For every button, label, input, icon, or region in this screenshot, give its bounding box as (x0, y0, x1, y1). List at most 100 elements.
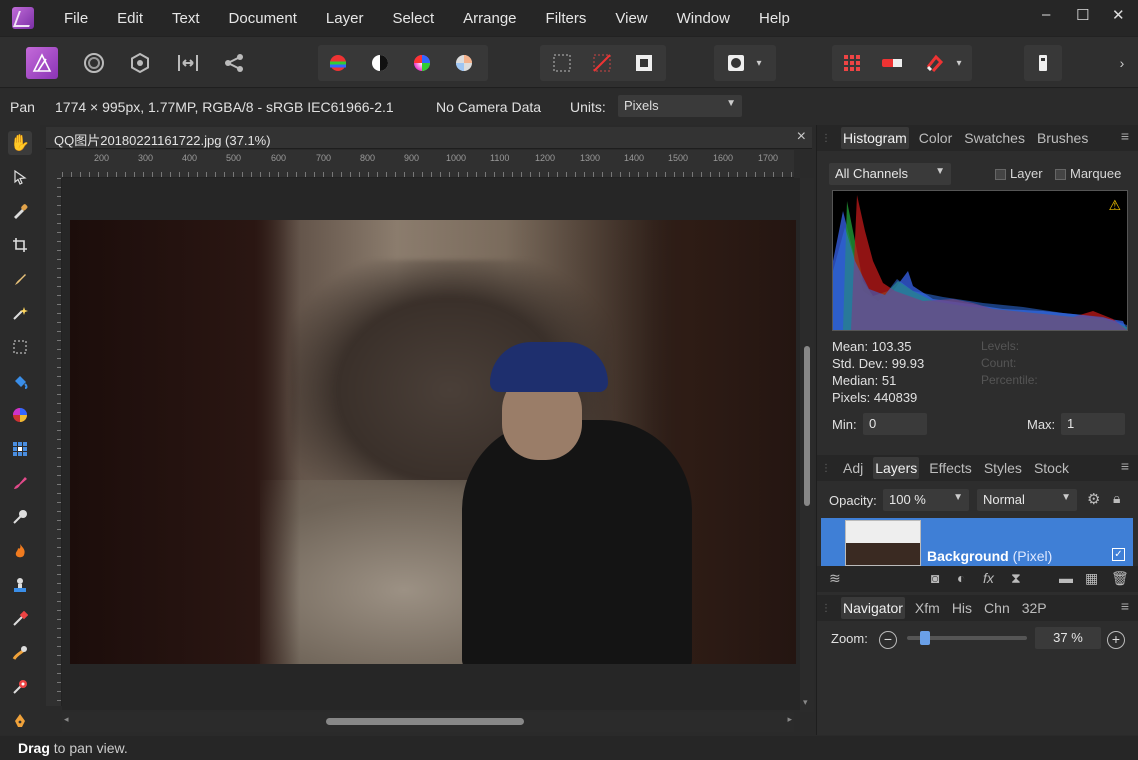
layer-stack-icon[interactable]: ≋ (829, 570, 841, 587)
persona-export-icon[interactable] (218, 47, 250, 79)
fx-icon[interactable]: fx (983, 570, 994, 586)
quickmask-dropdown-icon[interactable]: ▾ (752, 47, 766, 79)
tab-color[interactable]: Color (917, 127, 954, 149)
zoom-out-icon[interactable]: − (879, 631, 897, 649)
auto-colors-icon[interactable] (406, 47, 438, 79)
mask-layer-icon[interactable]: ◙ (931, 570, 939, 586)
tab-layers[interactable]: Layers (873, 457, 920, 479)
menu-edit[interactable]: Edit (117, 10, 143, 27)
hand-tool-icon[interactable]: ✋ (8, 131, 32, 155)
tab-navigator[interactable]: Navigator (841, 597, 905, 619)
tab-styles[interactable]: Styles (982, 457, 1024, 479)
menu-document[interactable]: Document (229, 10, 297, 27)
zoom-field[interactable]: 37 % (1035, 627, 1101, 649)
red-eye-tool-icon[interactable] (8, 675, 32, 699)
close-document-icon[interactable]: × (797, 128, 806, 146)
menu-arrange[interactable]: Arrange (463, 10, 516, 27)
gear-icon[interactable]: ⚙ (1087, 490, 1100, 508)
snapping-dropdown-icon[interactable]: ▾ (952, 47, 966, 79)
layer-option[interactable]: Layer (995, 166, 1043, 181)
layer-checkbox[interactable] (995, 169, 1006, 181)
lock-icon[interactable]: 🔒︎ (1113, 490, 1120, 507)
tab-adj[interactable]: Adj (841, 457, 865, 479)
persona-liquify-icon[interactable] (78, 47, 110, 79)
horizontal-scroll-thumb[interactable] (326, 718, 524, 725)
units-select[interactable]: Pixels ▼ (618, 95, 742, 117)
tab-32p[interactable]: 32P (1020, 597, 1049, 619)
tab-his[interactable]: His (950, 597, 974, 619)
snapping-magnet-icon[interactable] (918, 47, 950, 79)
minimize-button[interactable]: – (1042, 6, 1050, 23)
horizontal-scrollbar[interactable]: ◂ ▸ (62, 712, 794, 732)
layer-row-background[interactable]: Background (Pixel) ✓ (821, 518, 1133, 566)
channels-select[interactable]: All Channels ▼ (829, 163, 951, 185)
tab-brushes[interactable]: Brushes (1035, 127, 1090, 149)
vertical-scrollbar[interactable]: ▾ (800, 178, 814, 712)
menu-layer[interactable]: Layer (326, 10, 364, 27)
smudge-tool-icon[interactable] (8, 641, 32, 665)
scroll-down-icon[interactable]: ▾ (803, 697, 808, 708)
scroll-left-icon[interactable]: ◂ (64, 714, 69, 725)
pen-tool-icon[interactable] (8, 709, 32, 733)
blend-mode-select[interactable]: Normal ▼ (977, 489, 1077, 511)
move-tool-icon[interactable] (8, 165, 32, 189)
maximize-button[interactable]: ☐ (1076, 6, 1089, 24)
marquee-checkbox[interactable] (1055, 169, 1066, 181)
zoom-slider[interactable] (907, 631, 1027, 645)
snapping-toggle-icon[interactable] (876, 47, 908, 79)
panel-menu-icon[interactable]: ≡ (1121, 458, 1129, 474)
invert-selection-icon[interactable] (628, 47, 660, 79)
opacity-field[interactable]: 100 % ▼ (883, 489, 969, 511)
assistant-icon[interactable] (1027, 47, 1059, 79)
menu-view[interactable]: View (615, 10, 647, 27)
tab-xfm[interactable]: Xfm (913, 597, 942, 619)
paint-brush-tool-icon[interactable] (8, 471, 32, 495)
persona-develop-icon[interactable] (124, 47, 156, 79)
close-window-button[interactable]: ✕ (1112, 6, 1125, 24)
quickmask-icon[interactable] (720, 47, 752, 79)
vertical-scroll-thumb[interactable] (804, 346, 810, 506)
auto-white-balance-icon[interactable] (448, 47, 480, 79)
color-picker-tool-icon[interactable] (8, 199, 32, 223)
tab-chn[interactable]: Chn (982, 597, 1012, 619)
more-icon[interactable]: › (1106, 47, 1138, 79)
menu-text[interactable]: Text (172, 10, 200, 27)
persona-tonemap-icon[interactable] (172, 47, 204, 79)
document-photo[interactable] (70, 220, 796, 664)
menu-filters[interactable]: Filters (546, 10, 587, 27)
zoom-in-icon[interactable]: + (1107, 631, 1125, 649)
burn-tool-icon[interactable] (8, 539, 32, 563)
deselect-icon[interactable] (586, 47, 618, 79)
panel-menu-icon[interactable]: ≡ (1121, 598, 1129, 614)
scroll-right-icon[interactable]: ▸ (787, 714, 792, 725)
auto-contrast-icon[interactable] (364, 47, 396, 79)
tab-swatches[interactable]: Swatches (962, 127, 1027, 149)
menu-file[interactable]: File (64, 10, 88, 27)
persona-photo-icon[interactable] (26, 47, 58, 79)
auto-levels-icon[interactable] (322, 47, 354, 79)
marquee-option[interactable]: Marquee (1055, 166, 1121, 181)
add-pixel-layer-icon[interactable]: ▦ (1085, 570, 1098, 587)
tab-histogram[interactable]: Histogram (841, 127, 909, 149)
menu-select[interactable]: Select (392, 10, 434, 27)
flood-select-tool-icon[interactable] (8, 301, 32, 325)
pixel-tool-icon[interactable] (8, 437, 32, 461)
healing-brush-tool-icon[interactable] (8, 607, 32, 631)
menu-window[interactable]: Window (677, 10, 730, 27)
clone-tool-icon[interactable] (8, 573, 32, 597)
max-field[interactable]: 1 (1061, 413, 1125, 435)
marquee-tool-icon[interactable] (8, 335, 32, 359)
zoom-slider-handle[interactable] (920, 631, 931, 645)
trash-icon[interactable]: 🗑︎ (1111, 570, 1129, 587)
tab-stock[interactable]: Stock (1032, 457, 1071, 479)
flood-fill-tool-icon[interactable] (8, 369, 32, 393)
menu-help[interactable]: Help (759, 10, 790, 27)
layer-visibility-checkbox[interactable]: ✓ (1112, 548, 1125, 561)
marquee-icon[interactable] (546, 47, 578, 79)
crop-tool-icon[interactable] (8, 233, 32, 257)
document-tab[interactable]: QQ图片20180221161722.jpg (37.1%) × (46, 127, 812, 149)
snapping-grid-icon[interactable] (836, 47, 868, 79)
selection-brush-tool-icon[interactable] (8, 267, 32, 291)
panel-menu-icon[interactable]: ≡ (1121, 128, 1129, 144)
min-field[interactable]: 0 (863, 413, 927, 435)
